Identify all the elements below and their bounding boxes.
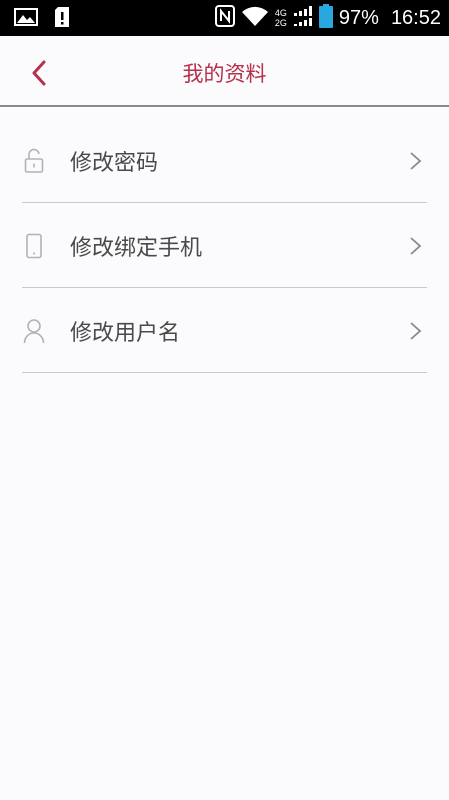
chevron-right-icon bbox=[410, 322, 422, 340]
change-phone-item[interactable]: 修改绑定手机 bbox=[22, 203, 427, 288]
network-2g-label: 2G bbox=[274, 18, 287, 28]
battery-icon bbox=[318, 4, 333, 32]
status-right: 4G 2G 97% 16:52 bbox=[214, 0, 441, 36]
change-username-item[interactable]: 修改用户名 bbox=[22, 288, 427, 373]
page-title: 我的资料 bbox=[182, 62, 267, 86]
wifi-icon bbox=[241, 5, 269, 31]
change-password-item[interactable]: 修改密码 bbox=[22, 118, 427, 203]
profile-menu: 修改密码 修改绑定手机 修改用户名 bbox=[0, 118, 449, 373]
chevron-right-icon bbox=[410, 237, 422, 255]
unlock-icon bbox=[22, 147, 46, 175]
status-left bbox=[14, 6, 70, 32]
clock: 16:52 bbox=[390, 6, 441, 29]
network-type-labels: 4G 2G bbox=[275, 8, 287, 28]
image-notification-icon bbox=[14, 7, 38, 31]
signal-icon bbox=[293, 5, 313, 31]
status-bar: 4G 2G 97% 16:52 bbox=[0, 0, 449, 36]
user-icon bbox=[22, 317, 46, 345]
change-password-label: 修改密码 bbox=[70, 151, 159, 176]
sd-card-alert-icon bbox=[54, 6, 70, 32]
app-header: 我的资料 bbox=[0, 36, 449, 107]
change-phone-label: 修改绑定手机 bbox=[70, 236, 203, 261]
battery-percent: 97% bbox=[338, 6, 379, 29]
phone-icon bbox=[22, 232, 46, 260]
network-4g-label: 4G bbox=[274, 8, 287, 18]
change-username-label: 修改用户名 bbox=[70, 321, 181, 346]
nfc-icon bbox=[214, 5, 235, 31]
chevron-right-icon bbox=[410, 152, 422, 170]
